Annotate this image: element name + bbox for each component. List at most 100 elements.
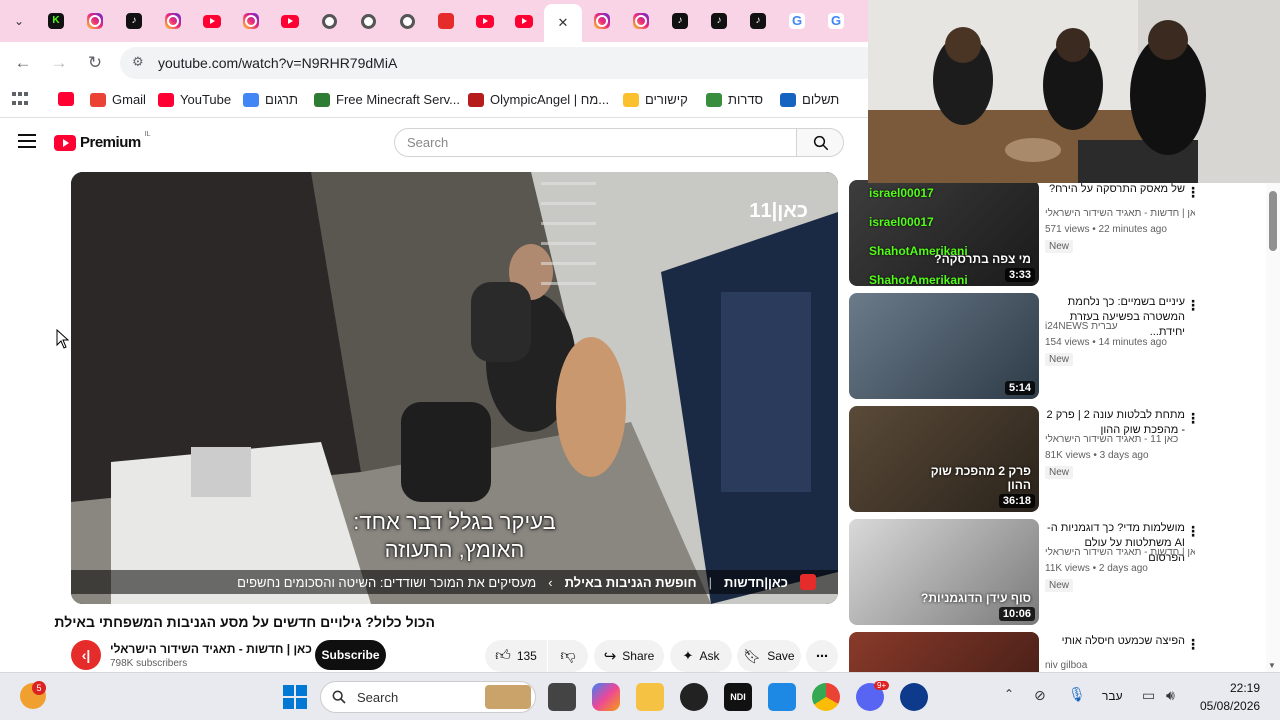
clock-date[interactable]: 05/08/2026 xyxy=(1200,699,1260,713)
site-info-icon[interactable]: ⚙ xyxy=(132,54,144,70)
ndi-icon[interactable]: NDI xyxy=(724,683,752,711)
tab[interactable] xyxy=(232,6,270,36)
bookmark-item[interactable]: Free Minecraft Serv... xyxy=(314,92,460,107)
tab[interactable]: ♪ xyxy=(700,6,738,36)
file-explorer-icon[interactable] xyxy=(636,683,664,711)
tab[interactable] xyxy=(583,6,621,36)
display-icon[interactable]: ▭ xyxy=(1142,687,1155,704)
video-thumbnail[interactable]: הפיצה שכמעט חיסלה אותי xyxy=(849,632,1039,672)
close-icon[interactable]: ✕ xyxy=(555,15,571,31)
tab-strip: ⌄ K ♪ ✕ ♪ ♪ ♪ G G xyxy=(0,0,868,42)
scrollbar[interactable]: ▼ xyxy=(1266,183,1280,672)
recommended-channel[interactable]: niv gilboa xyxy=(1045,660,1195,671)
obs-icon[interactable] xyxy=(680,683,708,711)
task-view-icon[interactable] xyxy=(548,683,576,711)
subtitle-line-1: בעיקר בגלל דבר אחד: xyxy=(353,509,556,534)
recommended-title[interactable]: הפיצה שכמעט חיסלה אותי xyxy=(1045,634,1185,649)
forward-button[interactable]: → xyxy=(48,52,70,74)
tab[interactable] xyxy=(388,6,426,36)
network-off-icon[interactable]: ⊘ xyxy=(1034,687,1046,704)
teamviewer-icon[interactable] xyxy=(900,683,928,711)
recommended-video[interactable]: הפיצה שכמעט חיסלה אותי הפיצה שכמעט חיסלה … xyxy=(849,632,1279,672)
tab[interactable]: K xyxy=(37,6,75,36)
tab[interactable] xyxy=(310,6,348,36)
video-thumbnail[interactable]: 5:14 xyxy=(849,293,1039,399)
recommended-video[interactable]: 5:14 עיניים בשמיים: כך נלחמת המשטרה בפשיע… xyxy=(849,293,1279,401)
scrollbar-thumb[interactable] xyxy=(1269,191,1277,251)
clock-time[interactable]: 22:19 xyxy=(1230,681,1260,695)
more-vertical-icon[interactable]: ⋮ xyxy=(1186,184,1200,201)
search-input[interactable]: Search xyxy=(394,128,797,157)
recommended-title[interactable]: מושלמות מדי? כך דוגמניות ה-AI משתלטות על… xyxy=(1045,521,1185,566)
scroll-down-arrow-icon[interactable]: ▼ xyxy=(1268,661,1276,670)
apps-grid-icon[interactable] xyxy=(12,92,28,108)
channel-avatar[interactable]: ‹| xyxy=(71,640,101,670)
tab[interactable]: G xyxy=(817,6,855,36)
search-button[interactable] xyxy=(796,128,844,157)
tab[interactable] xyxy=(76,6,114,36)
more-vertical-icon[interactable]: ⋮ xyxy=(1186,410,1200,427)
tab[interactable] xyxy=(349,6,387,36)
channel-name[interactable]: כאן | חדשות - תאגיד השידור הישראלי xyxy=(110,642,312,656)
bookmark-item[interactable]: סדרות xyxy=(706,92,763,107)
bookmark-item[interactable]: OlympicAngel | מח... xyxy=(468,92,609,107)
language-indicator[interactable]: עבר xyxy=(1102,689,1123,703)
reload-button[interactable]: ↻ xyxy=(84,52,106,74)
hamburger-menu-icon[interactable] xyxy=(18,134,36,148)
ask-button[interactable]: ✦ Ask xyxy=(670,640,732,672)
bookmark-item[interactable]: YouTube xyxy=(158,92,231,107)
more-vertical-icon[interactable]: ⋮ xyxy=(1186,297,1200,314)
tab[interactable] xyxy=(466,6,504,36)
dislike-button[interactable]: 👎︎ xyxy=(548,640,588,672)
video-thumbnail[interactable]: פרק 2 מהפכת שוק ההון 36:18 xyxy=(849,406,1039,512)
back-button[interactable]: ← xyxy=(12,52,34,74)
recommended-video[interactable]: מי צפה בתרסקה? israel00017 israel00017 Shah… xyxy=(849,180,1279,288)
taskbar-search[interactable]: Search xyxy=(320,681,536,713)
bookmark-item[interactable] xyxy=(58,92,74,106)
more-vertical-icon[interactable]: ⋮ xyxy=(1186,523,1200,540)
speaker-icon[interactable]: 🔊︎ xyxy=(1166,687,1175,704)
recommended-channel[interactable]: i24NEWS עברית xyxy=(1045,321,1195,332)
tab[interactable] xyxy=(193,6,231,36)
subscribe-button[interactable]: Subscribe xyxy=(315,640,386,670)
tab[interactable] xyxy=(505,6,543,36)
tab[interactable] xyxy=(622,6,660,36)
like-button[interactable]: 👍︎ 135 xyxy=(485,640,547,672)
video-player[interactable]: כאן|11 בעיקר בגלל דבר אחד: האומץ, התעוזה… xyxy=(71,172,838,604)
recommended-channel[interactable]: כאן | חדשות - תאגיד השידור הישראלי xyxy=(1045,208,1195,219)
share-button[interactable]: ↪ Share xyxy=(594,640,664,672)
save-button[interactable]: 🔖︎ Save xyxy=(737,640,801,672)
microphone-icon[interactable]: 🎙︎ xyxy=(1068,686,1086,703)
address-bar[interactable]: ⚙ youtube.com/watch?v=N9RHR79dMiA xyxy=(120,47,880,79)
url-text[interactable]: youtube.com/watch?v=N9RHR79dMiA xyxy=(158,55,397,71)
video-thumbnail[interactable]: סוף עידן הדוגמניות? 10:06 xyxy=(849,519,1039,625)
tab[interactable]: ♪ xyxy=(115,6,153,36)
recommended-channel[interactable]: כאן 11 - תאגיד השידור הישראלי xyxy=(1045,434,1195,445)
notepad-icon[interactable] xyxy=(768,683,796,711)
recommended-title[interactable]: עיניים בשמיים: כך נלחמת המשטרה בפשיעה בע… xyxy=(1045,295,1185,340)
recommended-video[interactable]: פרק 2 מהפכת שוק ההון 36:18 מתחת לבלטות עונ… xyxy=(849,406,1279,514)
more-vertical-icon[interactable]: ⋮ xyxy=(1186,636,1200,653)
copilot-icon[interactable] xyxy=(592,683,620,711)
tab[interactable]: ♪ xyxy=(739,6,777,36)
tab[interactable]: G xyxy=(778,6,816,36)
bookmark-item[interactable]: Gmail xyxy=(90,92,146,107)
more-actions-button[interactable]: ⋯ xyxy=(806,640,838,672)
tray-chevron-icon[interactable]: ⌃ xyxy=(1004,687,1014,701)
youtube-logo[interactable]: Premium IL xyxy=(54,131,151,151)
tab[interactable] xyxy=(154,6,192,36)
bookmark-item[interactable]: קישורים xyxy=(623,92,688,107)
start-button[interactable] xyxy=(283,685,307,709)
video-thumbnail[interactable]: מי צפה בתרסקה? israel00017 israel00017 Shah… xyxy=(849,180,1039,286)
recommended-video[interactable]: סוף עידן הדוגמניות? 10:06 מושלמות מדי? כך … xyxy=(849,519,1279,627)
tab[interactable] xyxy=(271,6,309,36)
recommended-title[interactable]: של מאסק התרסקה על הירח? xyxy=(1045,182,1185,197)
tab-active[interactable]: ✕ xyxy=(544,4,582,42)
bookmark-item[interactable]: תשלום xyxy=(780,92,839,107)
chrome-taskbar-icon[interactable] xyxy=(812,683,840,711)
recommended-channel[interactable]: כאן | חדשות - תאגיד השידור הישראלי xyxy=(1045,547,1195,558)
tab[interactable]: ♪ xyxy=(661,6,699,36)
tab[interactable] xyxy=(427,6,465,36)
tab-search-button[interactable]: ⌄ xyxy=(8,10,30,32)
bookmark-item[interactable]: תרגום xyxy=(243,92,298,107)
